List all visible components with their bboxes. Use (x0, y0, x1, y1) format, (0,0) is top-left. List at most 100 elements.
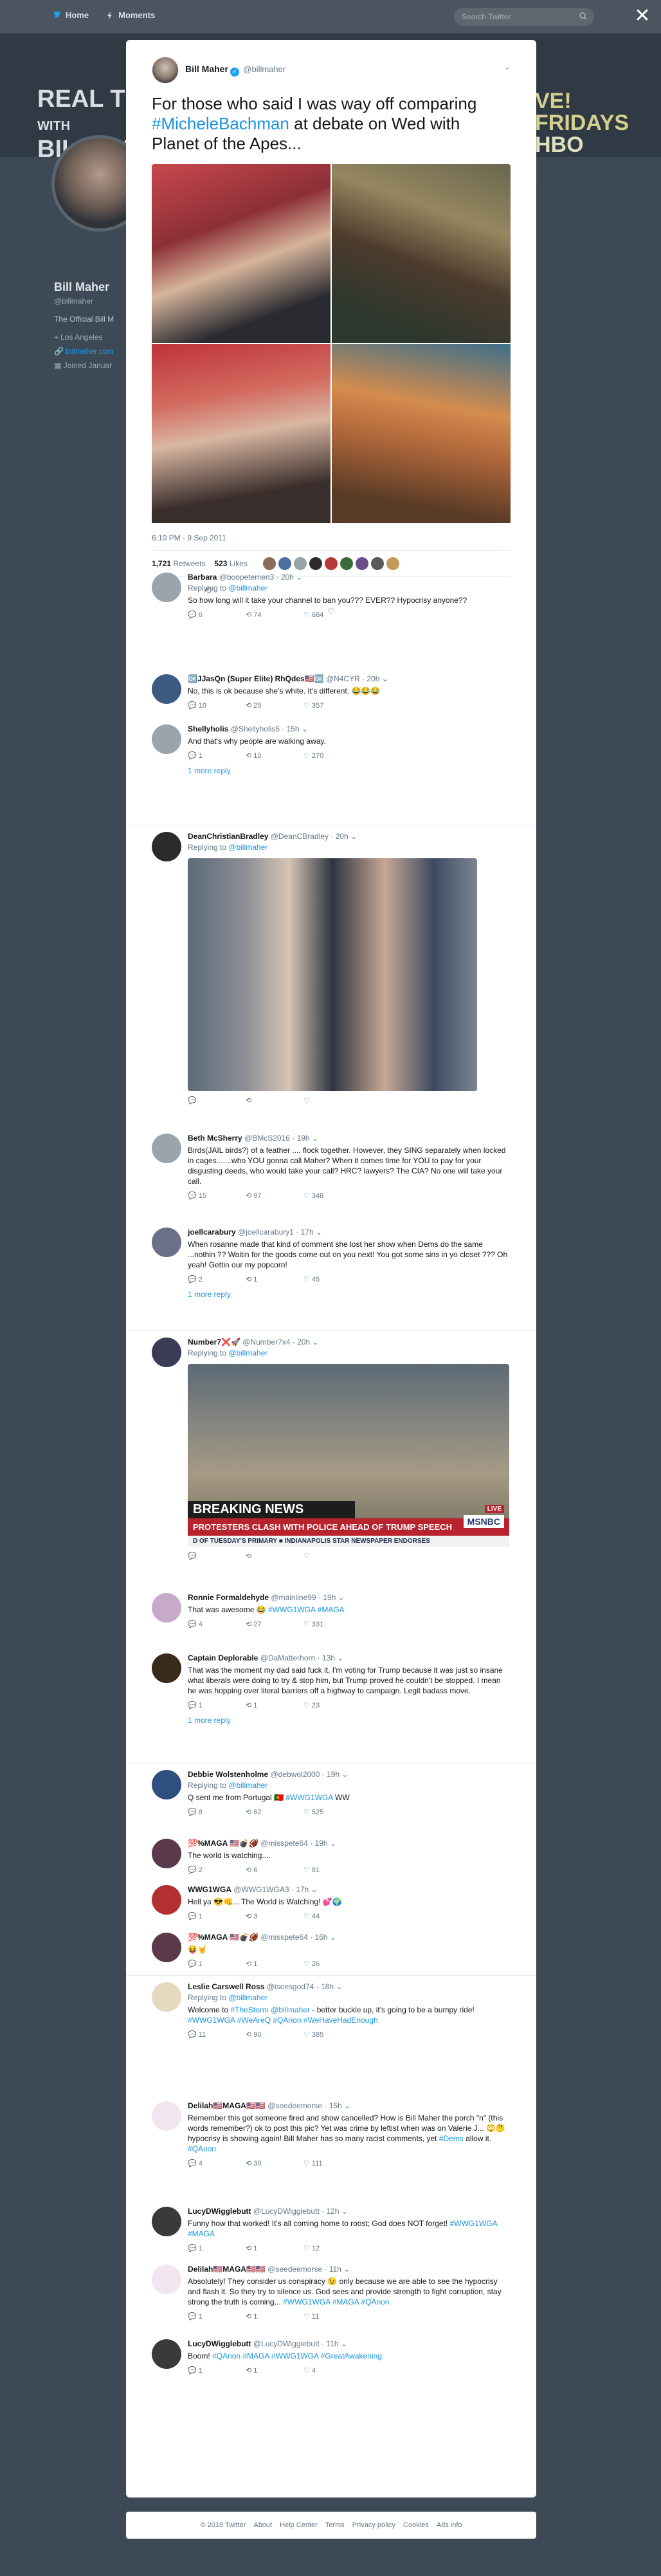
chevron-down-icon[interactable]: ⌄ (310, 1338, 318, 1347)
replying-to-link[interactable]: @billmaher (228, 1993, 267, 2002)
nav-home[interactable]: Home (53, 10, 89, 20)
reply-time[interactable]: · 17h (289, 1885, 309, 1894)
reply-author-name[interactable]: Captain Deplorable (188, 1653, 258, 1662)
reply-time[interactable]: · 15h (322, 2101, 341, 2110)
reply-time[interactable]: · 11h (320, 2339, 338, 2348)
like-icon[interactable]: ♡ (303, 1552, 361, 1560)
reply-author-handle[interactable]: @debwol2000 (270, 1770, 320, 1779)
hashtag-link[interactable]: #WWG1WGA #MAGA (188, 2219, 497, 2238)
reply-icon[interactable]: 💬 8 (188, 1808, 246, 1816)
reply-avatar[interactable] (152, 1338, 181, 1367)
more-replies-link[interactable]: 1 more reply (188, 1290, 509, 1299)
reply-author-handle[interactable]: @boopetemen3 (219, 573, 275, 582)
footer-link[interactable]: Privacy policy (352, 2521, 395, 2529)
chevron-down-icon[interactable]: ⌄ (349, 832, 357, 841)
tweet-photo-1[interactable] (152, 164, 330, 343)
reply-avatar[interactable] (152, 832, 181, 861)
replying-to-link[interactable]: @billmaher (228, 1348, 267, 1357)
like-icon[interactable]: ♡ 385 (303, 2030, 361, 2039)
reply-icon[interactable]: 💬 2 (188, 1275, 246, 1283)
reply-author-handle[interactable]: @Shellyholis5 (231, 724, 280, 733)
reply-time[interactable]: · 20h (274, 573, 294, 582)
retweet-icon[interactable]: ⟲ 10 (246, 751, 303, 760)
reply-author-handle[interactable]: @iseesgod74 (267, 1982, 314, 1991)
like-icon[interactable]: ♡ 270 (303, 751, 361, 760)
hashtag-link[interactable]: #WWG1WGA #WeAreQ #QAnon #WeHaveHadEnough (188, 2016, 378, 2025)
retweet-icon[interactable]: ⟲ 62 (246, 1808, 303, 1816)
reply-author-handle[interactable]: @Number7x4 (242, 1338, 290, 1347)
reply-author-name[interactable]: LucyDWigglebutt (188, 2339, 251, 2348)
reply-author-name[interactable]: DeanChristianBradley (188, 832, 268, 841)
retweet-icon[interactable]: ⟲ 6 (246, 1866, 303, 1874)
reply-author-handle[interactable]: @misspete64 (260, 1933, 308, 1942)
retweet-icon[interactable]: ⟲ 1 (246, 2312, 303, 2321)
liker-avatar[interactable] (262, 557, 276, 570)
hashtag-link[interactable]: #WWG1WGA #MAGA (268, 1605, 345, 1614)
tweet-photo-4[interactable] (332, 344, 511, 523)
reply-author-name[interactable]: Leslie Carswell Ross (188, 1982, 264, 1991)
retweet-icon[interactable]: ⟲ 1 (246, 2244, 303, 2252)
liker-avatar[interactable] (278, 557, 291, 570)
reply-icon[interactable]: 💬 (188, 1552, 246, 1560)
chevron-down-icon[interactable]: ⌄ (503, 62, 511, 72)
retweet-icon[interactable]: ⟲ 97 (246, 1191, 303, 1200)
like-icon[interactable]: ♡ 4 (303, 2366, 361, 2375)
reply-author-handle[interactable]: @DaMatterhorn (260, 1653, 316, 1662)
chevron-down-icon[interactable]: ⌄ (309, 1885, 318, 1894)
reply-icon[interactable]: 💬 2 (188, 1866, 246, 1874)
reply-author-name[interactable]: Beth McSherry (188, 1134, 242, 1143)
reply-time[interactable]: · 19h (308, 1839, 327, 1848)
reply-author-name[interactable]: 🆗JJasQn (Super Elite) RhQdes🇺🇸🆗 (188, 674, 324, 683)
reply-author-name[interactable]: Number7❌🚀 (188, 1338, 240, 1347)
like-icon[interactable]: ♡ 45 (303, 1275, 361, 1283)
chevron-down-icon[interactable]: ⌄ (340, 1770, 348, 1779)
chevron-down-icon[interactable]: ⌄ (342, 2101, 350, 2110)
more-replies-link[interactable]: 1 more reply (188, 766, 509, 775)
like-icon[interactable]: ♡ 331 (303, 1620, 361, 1628)
reply-author-name[interactable]: 💯%MAGA 🇺🇸💣🏈 (188, 1839, 258, 1848)
reply-time[interactable]: · 19h (316, 1593, 336, 1602)
reply-video-still[interactable]: BREAKING NEWS PROTESTERS CLASH WITH POLIC… (188, 1364, 509, 1547)
reply-avatar[interactable] (152, 1885, 181, 1915)
reply-avatar[interactable] (152, 2265, 181, 2294)
reply-author-handle[interactable]: @seedeemorse (267, 2101, 322, 2110)
chevron-down-icon[interactable]: ⌄ (379, 674, 388, 683)
reply-author-name[interactable]: LucyDWigglebutt (188, 2207, 251, 2216)
reply-time[interactable]: · 11h (322, 2265, 341, 2274)
hashtag-link[interactable]: #MicheleBachman (152, 114, 289, 133)
reply-icon[interactable]: 💬 4 (188, 2159, 246, 2167)
retweet-icon[interactable]: ⟲ 1 (246, 1701, 303, 1709)
retweet-icon[interactable]: ⟲ 1 (246, 1960, 303, 1968)
retweet-icon[interactable]: ⟲ (246, 1096, 303, 1105)
reply-avatar[interactable] (152, 1933, 181, 1962)
chevron-down-icon[interactable]: ⌄ (334, 1982, 342, 1991)
footer-link[interactable]: Ads info (437, 2521, 462, 2529)
reply-author-name[interactable]: Shellyholis (188, 724, 228, 733)
reply-time[interactable]: · 19h (320, 1770, 340, 1779)
reply-icon[interactable]: 💬 1 (188, 1912, 246, 1920)
reply-time[interactable]: · 16h (308, 1933, 327, 1942)
reply-author-name[interactable]: 💯%MAGA 🇺🇸💣🏈 (188, 1933, 258, 1942)
reply-avatar[interactable] (152, 1228, 181, 1257)
tweet-photo-2[interactable] (332, 164, 511, 343)
footer-link[interactable]: Terms (325, 2521, 345, 2529)
reply-author-handle[interactable]: @misspete64 (260, 1839, 308, 1848)
reply-author-handle[interactable]: @LucyDWigglebutt (253, 2339, 320, 2348)
like-icon[interactable]: ♡ 525 (303, 1808, 361, 1816)
chevron-down-icon[interactable]: ⌄ (310, 1134, 318, 1143)
like-icon[interactable]: ♡ 23 (303, 1701, 361, 1709)
retweets-stat[interactable]: 1,721 Retweets (152, 559, 205, 568)
reply-author-name[interactable]: Delilah🇺🇸MAGA🇺🇸🇺🇸 (188, 2265, 266, 2274)
reply-author-handle[interactable]: @WWG1WGA3 (233, 1885, 289, 1894)
like-icon[interactable]: ♡ (303, 1096, 361, 1105)
chevron-down-icon[interactable]: ⌄ (294, 573, 302, 582)
like-icon[interactable]: ♡ 44 (303, 1912, 361, 1920)
like-icon[interactable]: ♡ 357 (303, 701, 361, 710)
hashtag-link[interactable]: #TheStorm @billmaher (230, 2005, 310, 2014)
hashtag-link[interactable]: #Dems (439, 2134, 464, 2143)
reply-icon[interactable]: 💬 1 (188, 751, 246, 760)
hashtag-link[interactable]: #WWG1WGA #MAGA #QAnon (283, 2297, 389, 2306)
retweet-icon[interactable]: ⟲ 25 (246, 701, 303, 710)
likes-stat[interactable]: 523 Likes (214, 559, 247, 568)
retweet-icon[interactable]: ⟲ 3 (246, 1912, 303, 1920)
